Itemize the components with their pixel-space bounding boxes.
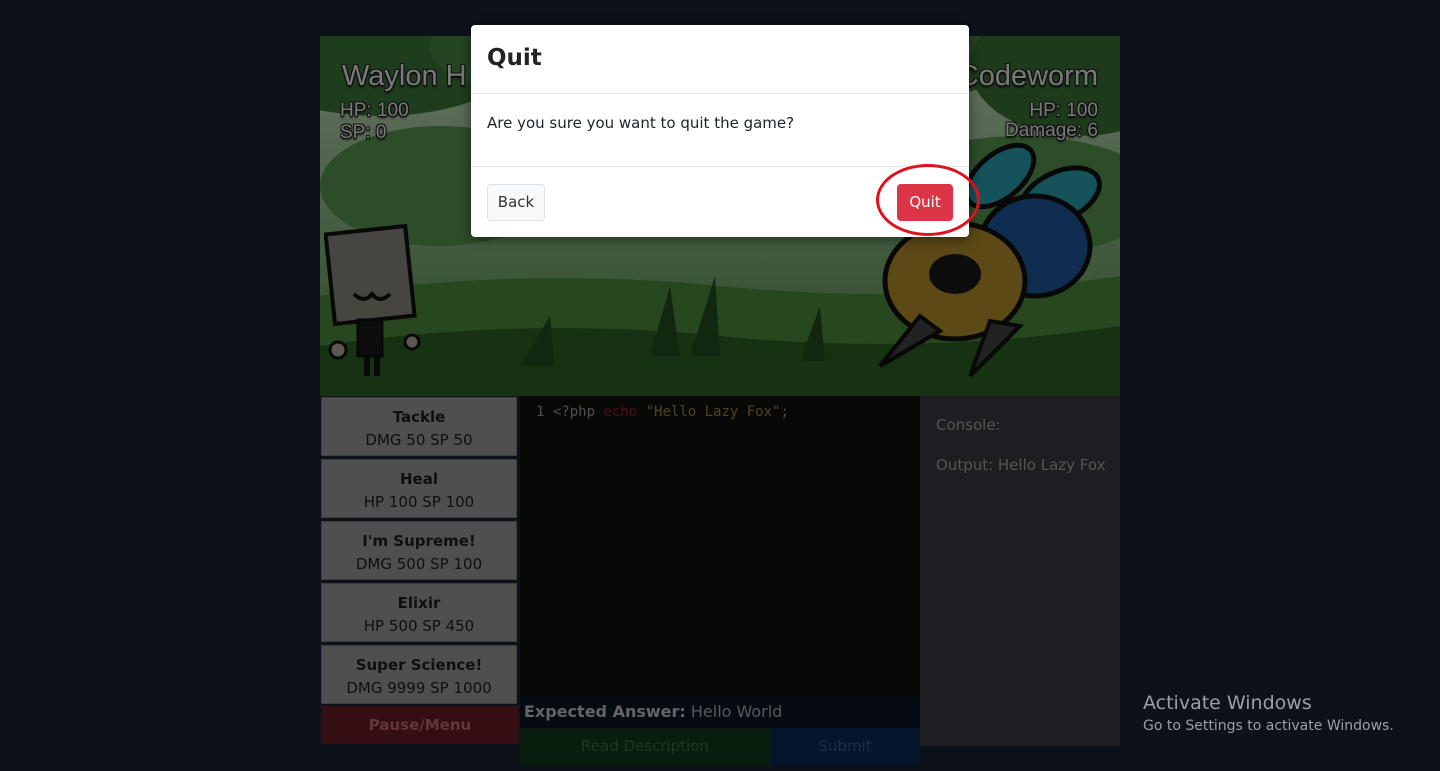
quit-highlight-circle [876, 164, 980, 236]
modal-title: Quit [487, 45, 542, 71]
modal-header: Quit [471, 25, 969, 94]
modal-message: Are you sure you want to quit the game? [487, 114, 795, 132]
activate-windows-watermark: Activate Windows Go to Settings to activ… [1143, 692, 1394, 734]
watermark-subtitle: Go to Settings to activate Windows. [1143, 718, 1394, 734]
watermark-title: Activate Windows [1143, 692, 1312, 714]
back-button[interactable]: Back [487, 184, 545, 221]
